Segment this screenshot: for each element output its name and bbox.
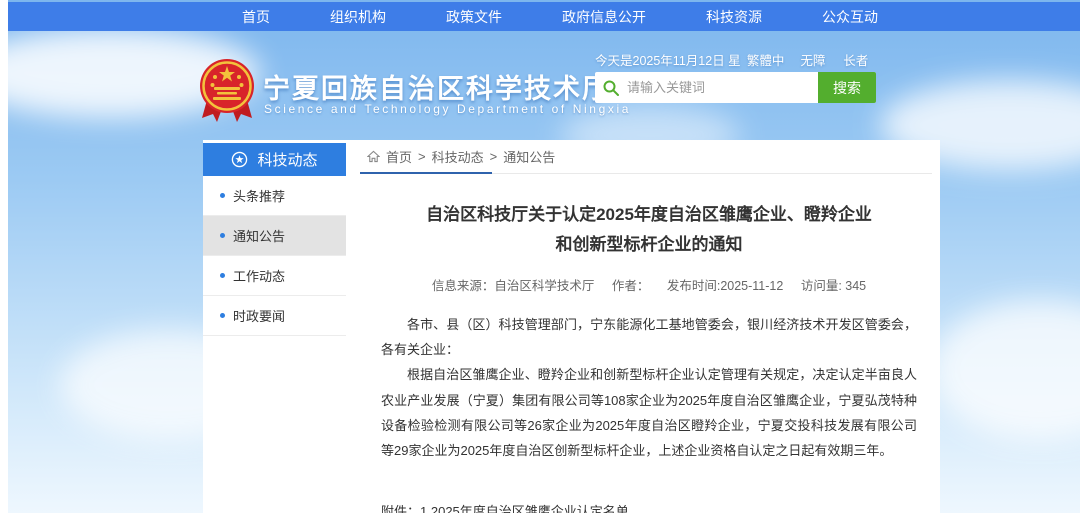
search-icon — [595, 80, 627, 96]
bullet-icon — [220, 313, 225, 318]
cloud-decoration — [930, 300, 1080, 440]
meta-author: 作者： — [612, 279, 650, 293]
sidebar-header: 科技动态 — [203, 143, 346, 176]
nav-item-home[interactable]: 首页 — [230, 7, 282, 27]
nav-item-organization[interactable]: 组织机构 — [318, 7, 398, 27]
sidebar-item-current-politics[interactable]: 时政要闻 — [203, 296, 346, 336]
sidebar-item-label: 头条推荐 — [233, 186, 285, 205]
bullet-icon — [220, 233, 225, 238]
national-emblem-logo — [199, 56, 255, 126]
meta-publish-date: 发布时间:2025-11-12 — [667, 279, 784, 293]
breadcrumb-separator: > — [490, 149, 498, 164]
sidebar-title: 科技动态 — [257, 149, 317, 170]
breadcrumb-home[interactable]: 首页 — [386, 147, 412, 166]
meta-source: 信息来源：自治区科学技术厅 — [432, 279, 595, 293]
attachment-link-1[interactable]: 1.2025年度自治区雏鹰企业认定名单 — [420, 502, 668, 513]
breadcrumb-notices[interactable]: 通知公告 — [503, 147, 555, 166]
sidebar-item-label: 工作动态 — [233, 266, 285, 285]
nav-item-policy[interactable]: 政策文件 — [434, 7, 514, 27]
content-wrapper: 科技动态 头条推荐 通知公告 工作动态 时政要闻 — [203, 140, 940, 513]
article-panel: 首页 > 科技动态 > 通知公告 自治区科技厅关于认定2025年度自治区雏鹰企业… — [360, 140, 938, 513]
article-title: 自治区科技厅关于认定2025年度自治区雏鹰企业、瞪羚企业 和创新型标杆企业的通知 — [360, 200, 938, 260]
sidebar-item-notices[interactable]: 通知公告 — [203, 216, 346, 256]
sidebar-item-label: 时政要闻 — [233, 306, 285, 325]
nav-item-gov-info[interactable]: 政府信息公开 — [550, 7, 658, 27]
top-navigation: 首页 组织机构 政策文件 政府信息公开 科技资源 公众互动 — [8, 2, 1080, 31]
breadcrumb: 首页 > 科技动态 > 通知公告 — [360, 140, 938, 172]
sidebar: 科技动态 头条推荐 通知公告 工作动态 时政要闻 — [203, 143, 346, 336]
search-bar: 搜索 — [595, 72, 876, 103]
sidebar-item-work-updates[interactable]: 工作动态 — [203, 256, 346, 296]
breadcrumb-tech-news[interactable]: 科技动态 — [432, 147, 484, 166]
article-meta: 信息来源：自治区科学技术厅 作者： 发布时间:2025-11-12 访问量: 3… — [360, 275, 938, 294]
article-body: 各市、县（区）科技管理部门，宁东能源化工基地管委会，银川经济技术开发区管委会，各… — [360, 312, 938, 464]
nav-item-interaction[interactable]: 公众互动 — [810, 7, 890, 27]
breadcrumb-separator: > — [418, 149, 426, 164]
star-circle-icon — [231, 151, 248, 168]
article-paragraph: 根据自治区雏鹰企业、瞪羚企业和创新型标杆企业认定管理有关规定，决定认定半亩良人农… — [381, 362, 917, 463]
article-title-line1: 自治区科技厅关于认定2025年度自治区雏鹰企业、瞪羚企业 — [360, 200, 938, 230]
bullet-icon — [220, 273, 225, 278]
breadcrumb-divider — [360, 172, 938, 174]
bullet-icon — [220, 193, 225, 198]
article-title-line2: 和创新型标杆企业的通知 — [360, 230, 938, 260]
sidebar-item-headlines[interactable]: 头条推荐 — [203, 176, 346, 216]
home-icon — [367, 150, 380, 163]
site-title: 宁夏回族自治区科学技术厅 — [263, 67, 611, 106]
site-subtitle: Science and Technology Department of Nin… — [264, 102, 631, 116]
nav-item-resources[interactable]: 科技资源 — [694, 7, 774, 27]
search-button[interactable]: 搜索 — [818, 72, 876, 103]
sidebar-item-label: 通知公告 — [233, 226, 285, 245]
meta-visits: 访问量: 345 — [801, 279, 866, 293]
search-input[interactable] — [627, 72, 818, 103]
article-paragraph: 各市、县（区）科技管理部门，宁东能源化工基地管委会，银川经济技术开发区管委会，各… — [381, 312, 917, 363]
attachments-label: 附件： — [381, 502, 420, 513]
attachments-section: 附件： 1.2025年度自治区雏鹰企业认定名单 2.2025年度自治区瞪羚企业认… — [360, 502, 938, 513]
